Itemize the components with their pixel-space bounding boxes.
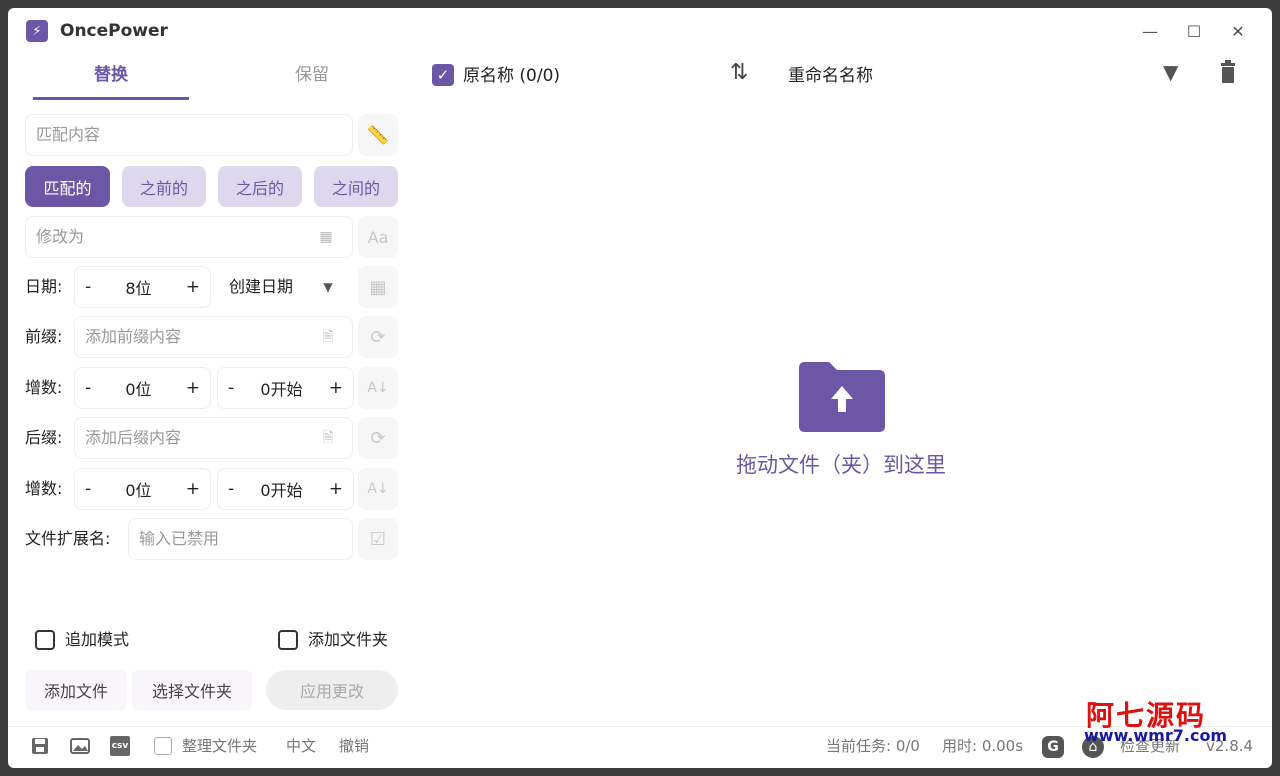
date-type-select[interactable]: 创建日期 bbox=[229, 266, 293, 308]
folder-upload-icon[interactable] bbox=[799, 362, 885, 432]
mode-between-button[interactable]: 之间的 bbox=[314, 166, 398, 207]
trash-icon[interactable] bbox=[1220, 60, 1236, 84]
mode-after-button[interactable]: 之后的 bbox=[218, 166, 302, 207]
prefix-inc-label: 增数: bbox=[25, 378, 63, 397]
minimize-button[interactable]: — bbox=[1136, 18, 1164, 44]
renamed-name-header: 重命名名称 bbox=[788, 66, 873, 86]
suffix-start-value: 0开始 bbox=[260, 481, 303, 500]
chevron-down-icon[interactable]: ▼ bbox=[318, 277, 338, 297]
append-mode-checkbox[interactable] bbox=[35, 630, 55, 650]
prefix-start-minus[interactable]: - bbox=[228, 378, 234, 398]
image-icon[interactable] bbox=[70, 736, 90, 756]
file-import-icon[interactable]: 🗎 bbox=[318, 328, 338, 348]
add-folder-checkbox[interactable] bbox=[278, 630, 298, 650]
suffix-start-plus[interactable]: + bbox=[329, 479, 343, 499]
date-digits-stepper[interactable]: - 8位 + bbox=[74, 266, 211, 308]
drop-zone-text: 拖动文件（夹）到这里 bbox=[736, 453, 946, 477]
prefix-digits-value: 0位 bbox=[125, 380, 152, 399]
date-label: 日期: bbox=[25, 277, 63, 296]
organize-folder-checkbox[interactable] bbox=[154, 737, 172, 755]
suffix-digits-stepper[interactable]: - 0位 + bbox=[74, 468, 211, 510]
prefix-digits-plus[interactable]: + bbox=[186, 378, 200, 398]
tab-replace[interactable]: 替换 bbox=[33, 60, 189, 100]
modify-input[interactable]: 修改为 bbox=[25, 216, 353, 258]
suffix-inc-label: 增数: bbox=[25, 479, 63, 498]
original-name-header: 原名称 (0/0) bbox=[463, 66, 561, 86]
suffix-start-minus[interactable]: - bbox=[228, 479, 234, 499]
prefix-label: 前缀: bbox=[25, 327, 63, 346]
current-tasks-text: 当前任务: 0/0 bbox=[826, 737, 920, 755]
suffix-sort-icon[interactable]: A↓ bbox=[358, 468, 398, 510]
suffix-digits-minus[interactable]: - bbox=[85, 479, 91, 499]
swap-sort-icon[interactable]: ⇅ bbox=[730, 60, 748, 85]
language-button[interactable]: 中文 bbox=[286, 736, 316, 756]
date-calendar-icon[interactable]: ▦ bbox=[358, 266, 398, 308]
suffix-digits-plus[interactable]: + bbox=[186, 479, 200, 499]
app-title: OncePower bbox=[60, 21, 168, 41]
elapsed-time-text: 用时: 0.00s bbox=[942, 737, 1024, 755]
status-divider bbox=[8, 726, 1272, 727]
app-logo-icon: ⚡ bbox=[26, 20, 48, 42]
prefix-start-value: 0开始 bbox=[260, 380, 303, 399]
gitee-icon[interactable]: G bbox=[1042, 736, 1064, 758]
append-mode-label: 追加模式 bbox=[65, 630, 130, 649]
suffix-input[interactable]: 添加后缀内容 bbox=[74, 417, 353, 459]
suffix-file-import-icon[interactable]: 🗎 bbox=[318, 429, 338, 449]
app-window: ⚡ OncePower — ☐ ✕ 替换 保留 匹配内容 📏 匹配的 之前的 之… bbox=[8, 8, 1272, 768]
save-icon[interactable] bbox=[30, 736, 50, 756]
suffix-start-stepper[interactable]: - 0开始 + bbox=[217, 468, 354, 510]
prefix-input[interactable]: 添加前缀内容 bbox=[74, 316, 353, 358]
date-plus-button[interactable]: + bbox=[186, 277, 200, 297]
undo-button[interactable]: 撤销 bbox=[339, 736, 369, 756]
organize-folder-label: 整理文件夹 bbox=[182, 737, 258, 755]
prefix-start-plus[interactable]: + bbox=[329, 378, 343, 398]
suffix-label: 后缀: bbox=[25, 428, 63, 447]
prefix-sort-icon[interactable]: A↓ bbox=[358, 367, 398, 409]
suffix-digits-value: 0位 bbox=[125, 481, 152, 500]
apply-changes-button[interactable]: 应用更改 bbox=[266, 670, 398, 710]
add-folder-label: 添加文件夹 bbox=[308, 630, 389, 649]
original-name-checkbox[interactable]: ✓ bbox=[432, 64, 454, 86]
suffix-refresh-icon[interactable]: ⟳ bbox=[358, 417, 398, 459]
add-file-button[interactable]: 添加文件 bbox=[25, 670, 127, 710]
ext-input[interactable]: 输入已禁用 bbox=[128, 518, 353, 560]
ext-checkbox-icon[interactable]: ☑ bbox=[358, 518, 398, 560]
calendar-icon[interactable]: ▦ bbox=[316, 227, 336, 247]
maximize-button[interactable]: ☐ bbox=[1180, 18, 1208, 44]
ext-label: 文件扩展名: bbox=[25, 529, 111, 548]
prefix-digits-minus[interactable]: - bbox=[85, 378, 91, 398]
prefix-start-stepper[interactable]: - 0开始 + bbox=[217, 367, 354, 409]
csv-icon[interactable]: csv bbox=[110, 736, 130, 756]
prefix-digits-stepper[interactable]: - 0位 + bbox=[74, 367, 211, 409]
close-button[interactable]: ✕ bbox=[1224, 18, 1252, 44]
select-folder-button[interactable]: 选择文件夹 bbox=[132, 670, 252, 710]
case-icon[interactable]: Aa bbox=[358, 216, 398, 258]
match-input[interactable]: 匹配内容 bbox=[25, 114, 353, 156]
date-digits-value: 8位 bbox=[125, 279, 152, 298]
mode-matched-button[interactable]: 匹配的 bbox=[25, 166, 110, 207]
date-minus-button[interactable]: - bbox=[85, 277, 91, 297]
prefix-refresh-icon[interactable]: ⟳ bbox=[358, 316, 398, 358]
filter-icon[interactable]: ▼ bbox=[1163, 60, 1178, 84]
mode-before-button[interactable]: 之前的 bbox=[122, 166, 206, 207]
ruler-icon[interactable]: 📏 bbox=[358, 114, 398, 156]
tab-keep[interactable]: 保留 bbox=[234, 60, 390, 100]
watermark-url: www.wmr7.com bbox=[1084, 726, 1228, 745]
